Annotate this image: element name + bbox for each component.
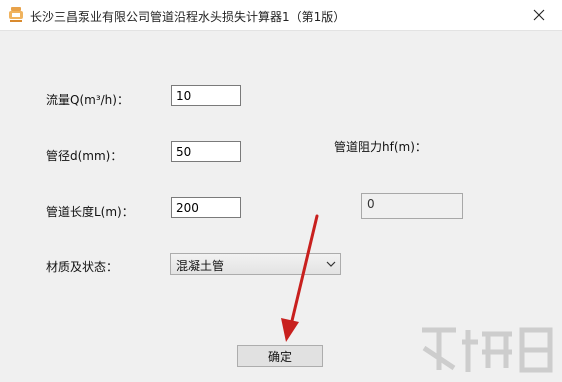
diameter-input[interactable] bbox=[171, 141, 241, 162]
result-label: 管道阻力hf(m)： bbox=[334, 140, 427, 154]
material-label: 材质及状态： bbox=[46, 260, 119, 274]
close-icon bbox=[533, 9, 545, 21]
material-select[interactable]: 混凝土管 bbox=[170, 253, 341, 275]
diameter-label: 管径d(mm)： bbox=[46, 149, 123, 163]
close-button[interactable] bbox=[516, 0, 562, 30]
material-selected-value: 混凝土管 bbox=[176, 259, 225, 273]
form-area: 流量Q(m³/h)： 管径d(mm)： 管道长度L(m)： 材质及状态： 混凝土… bbox=[0, 31, 562, 382]
confirm-button[interactable]: 确定 bbox=[237, 345, 323, 367]
flow-input[interactable] bbox=[171, 85, 241, 106]
chevron-down-icon bbox=[326, 261, 336, 267]
length-input[interactable] bbox=[171, 197, 241, 218]
length-label: 管道长度L(m)： bbox=[46, 205, 134, 219]
window-title: 长沙三昌泵业有限公司管道沿程水头损失计算器1（第1版） bbox=[30, 10, 346, 24]
result-value: 0 bbox=[361, 193, 463, 219]
title-bar: 长沙三昌泵业有限公司管道沿程水头损失计算器1（第1版） bbox=[0, 0, 562, 31]
flow-label: 流量Q(m³/h)： bbox=[46, 93, 129, 107]
app-logo-icon bbox=[9, 7, 23, 22]
